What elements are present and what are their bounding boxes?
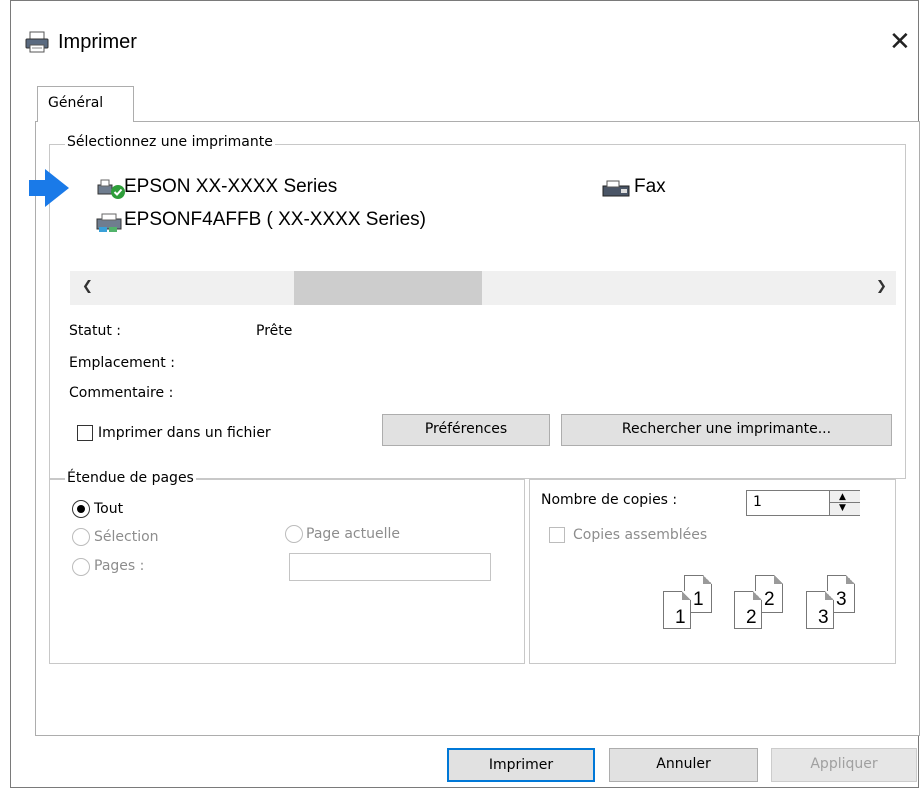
print-dialog: Imprimer ✕ Général Sélectionnez une impr… [10,0,920,788]
comment-label: Commentaire : [69,385,174,401]
network-printer-icon [96,212,126,238]
print-button[interactable]: Imprimer [447,748,595,782]
window-title: Imprimer [58,31,137,53]
page-number: 2 [764,589,775,610]
preferences-button-label: Préférences [424,421,508,437]
page-number: 1 [675,607,686,628]
tab-general[interactable]: Général [37,86,134,122]
print-to-file-label: Imprimer dans un fichier [98,425,271,441]
page-number: 2 [746,607,757,628]
print-button-label: Imprimer [488,757,554,773]
scrollbar-thumb[interactable] [294,271,482,305]
radio-pages[interactable] [72,558,90,576]
arrow-right-icon [29,169,69,211]
printer-name: EPSONF4AFFB ( XX-XXXX Series) [124,209,426,230]
copies-input[interactable]: 1 [753,494,762,510]
preferences-button[interactable]: Préférences [382,414,550,446]
printer-default-icon [96,179,126,205]
radio-current-page-label: Page actuelle [306,526,400,542]
status-value: Prête [256,323,293,339]
page-number: 3 [818,607,829,628]
radio-all-label: Tout [94,501,124,517]
find-printer-button-label: Rechercher une imprimante... [621,421,832,437]
printer-item-fax[interactable]: Fax [602,176,702,202]
page-number: 1 [693,589,704,610]
scroll-right-button[interactable]: ❯ [876,279,887,294]
radio-selection[interactable] [72,528,90,546]
radio-selection-label: Sélection [94,529,159,545]
radio-current-page[interactable] [285,525,303,543]
apply-button[interactable]: Appliquer [771,748,917,782]
copies-stepper-buttons: ▲ ▼ [829,491,860,515]
printer-item-epson[interactable]: EPSON XX-XXXX Series [96,176,426,202]
copies-label: Nombre de copies : [541,492,678,508]
print-to-file-checkbox[interactable] [77,425,93,441]
fax-icon [602,180,632,204]
radio-pages-label: Pages : [94,558,145,574]
page-number: 3 [836,589,847,610]
collate-illustration: 1 1 2 2 3 3 [663,575,873,645]
cancel-button-label: Annuler [656,756,711,772]
radio-all[interactable] [72,500,90,518]
apply-button-label: Appliquer [810,756,878,772]
page-range-legend: Étendue de pages [65,470,196,486]
stepper-down-icon[interactable]: ▼ [839,503,846,513]
close-button[interactable]: ✕ [889,29,911,55]
pages-input[interactable] [289,553,491,581]
horizontal-scrollbar[interactable]: ❮ ❯ [70,271,896,305]
find-printer-button[interactable]: Rechercher une imprimante... [561,414,892,446]
printer-item-epsonf4affb[interactable]: EPSONF4AFFB ( XX-XXXX Series) [96,209,516,235]
general-tab-panel: Sélectionnez une imprimante EPSON XX-XXX… [29,121,920,736]
printer-icon [25,31,49,57]
printer-group-legend: Sélectionnez une imprimante [65,134,275,150]
collate-checkbox[interactable] [549,527,565,543]
printer-name: EPSON XX-XXXX Series [124,176,338,197]
collate-label: Copies assemblées [573,527,708,543]
cancel-button[interactable]: Annuler [609,748,758,782]
printer-name: Fax [634,176,666,197]
stepper-up-icon[interactable]: ▲ [839,492,846,502]
copies-stepper[interactable]: 1 ▲ ▼ [746,490,860,516]
location-label: Emplacement : [69,355,175,371]
scroll-left-button[interactable]: ❮ [82,279,93,294]
status-label: Statut : [69,323,121,339]
